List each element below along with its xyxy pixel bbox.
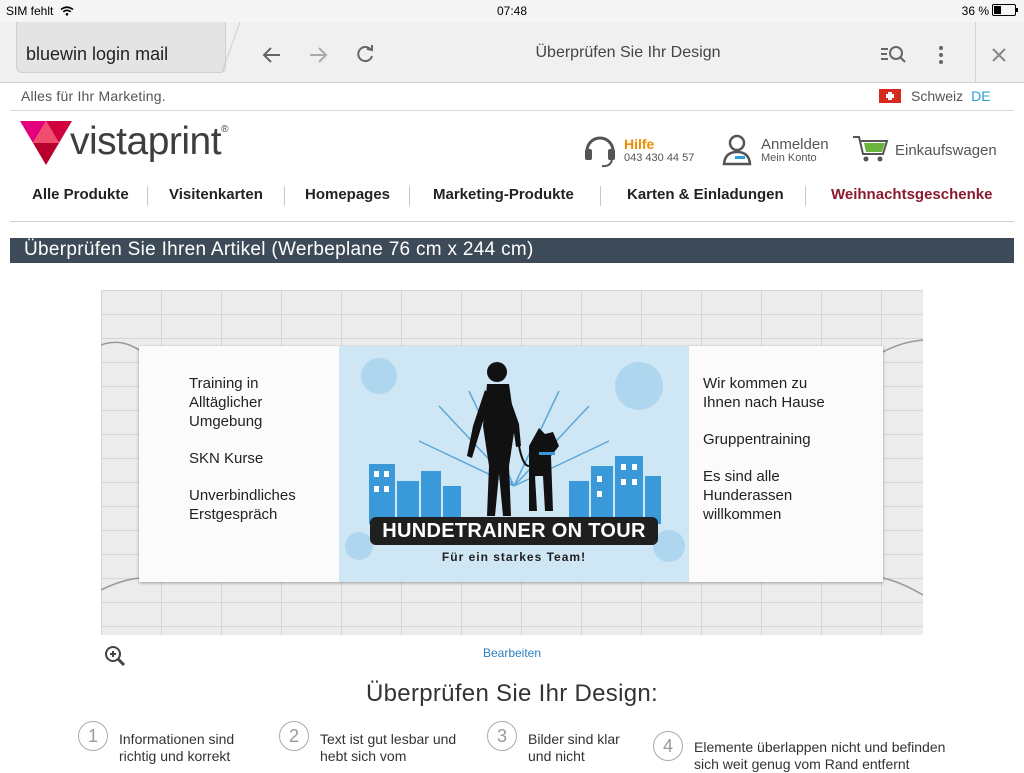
logo-wordmark[interactable]: vistaprint® <box>70 120 228 164</box>
nav-divider <box>409 186 410 206</box>
edit-link-text[interactable]: Bearbeiten <box>483 646 541 660</box>
check-number: 2 <box>279 721 309 751</box>
cart-icon[interactable] <box>852 134 890 169</box>
check-text: Text ist gut lesbar und hebt sich vom <box>320 731 457 764</box>
banner-right-text: Wir kommen zu Ihnen nach Hause Gruppentr… <box>703 375 825 523</box>
design-check-title: Überprüfen Sie Ihr Design: <box>366 680 658 707</box>
dog-trainer-illustration <box>345 358 685 562</box>
banner-headline: HUNDETRAINER ON TOUR <box>370 517 658 545</box>
nav-all-products[interactable]: Alle Produkte <box>32 186 129 203</box>
banner-design: Training in Alltäglicher Umgebung SKN Ku… <box>139 346 883 582</box>
login-link[interactable]: Anmelden <box>761 136 829 153</box>
nav-cards-invitations[interactable]: Karten & Einladungen <box>627 186 784 203</box>
headset-icon <box>582 131 618 174</box>
vistaprint-logo-icon[interactable] <box>20 121 72 170</box>
page-title: Überprüfen Sie Ihr Design <box>535 44 721 61</box>
check-text: Bilder sind klar und nicht <box>528 731 620 764</box>
banner-left-text: Training in Alltäglicher Umgebung SKN Ku… <box>189 375 296 523</box>
battery-indicator: 36 % <box>962 4 1018 18</box>
site-tagline: Alles für Ihr Marketing. <box>21 88 166 104</box>
swiss-flag-icon <box>879 89 901 103</box>
banner-artwork: HUNDETRAINER ON TOUR Für ein starkes Tea… <box>339 346 689 582</box>
product-preview: Training in Alltäglicher Umgebung SKN Ku… <box>101 290 923 635</box>
check-number: 4 <box>653 731 683 761</box>
close-button[interactable] <box>985 42 1013 68</box>
banner-slogan: Für ein starkes Team! <box>441 550 587 564</box>
check-number: 3 <box>487 721 517 751</box>
check-text: Informationen sind richtig und korrekt <box>119 731 235 764</box>
cart-link[interactable]: Einkaufswagen <box>895 142 997 159</box>
nav-christmas-gifts[interactable]: Weihnachtsgeschenke <box>831 186 992 203</box>
check-number: 1 <box>78 721 108 751</box>
header-divider <box>10 110 1014 111</box>
account-link[interactable]: Mein Konto <box>761 152 817 164</box>
nav-divider <box>284 186 285 206</box>
nav-divider <box>147 186 148 206</box>
review-section-header: Überprüfen Sie Ihren Artikel (Werbeplane… <box>10 238 1014 263</box>
help-phone: 043 430 44 57 <box>624 152 695 164</box>
nav-divider-line <box>10 221 1014 222</box>
nav-marketing-products[interactable]: Marketing-Produkte <box>433 186 574 203</box>
nav-homepages[interactable]: Homepages <box>305 186 390 203</box>
edit-link: Bearbeiten <box>0 646 1024 660</box>
more-menu-button[interactable] <box>927 42 955 68</box>
more-icon <box>939 46 943 64</box>
nav-divider <box>805 186 806 206</box>
account-icon <box>722 134 752 171</box>
help-link[interactable]: Hilfe <box>624 136 654 152</box>
country-selector[interactable]: Schweiz DE <box>879 88 991 104</box>
nav-divider <box>600 186 601 206</box>
find-icon <box>881 46 906 63</box>
toolbar-separator <box>975 22 976 82</box>
nav-business-cards[interactable]: Visitenkarten <box>169 186 263 203</box>
find-in-page-button[interactable] <box>878 42 908 68</box>
battery-icon <box>992 4 1018 16</box>
country-label: Schweiz <box>911 88 964 104</box>
clock: 07:48 <box>496 4 528 18</box>
close-icon <box>992 48 1006 62</box>
main-navigation: Alle Produkte Visitenkarten Homepages Ma… <box>10 186 1014 208</box>
status-bar: SIM fehlt 07:48 36 % <box>0 0 1024 22</box>
review-section-title: Überprüfen Sie Ihren Artikel (Werbeplane… <box>24 239 534 260</box>
browser-toolbar: bluewin login mail Überprüfen Sie Ihr De… <box>0 21 1024 83</box>
language-link[interactable]: DE <box>971 88 990 104</box>
